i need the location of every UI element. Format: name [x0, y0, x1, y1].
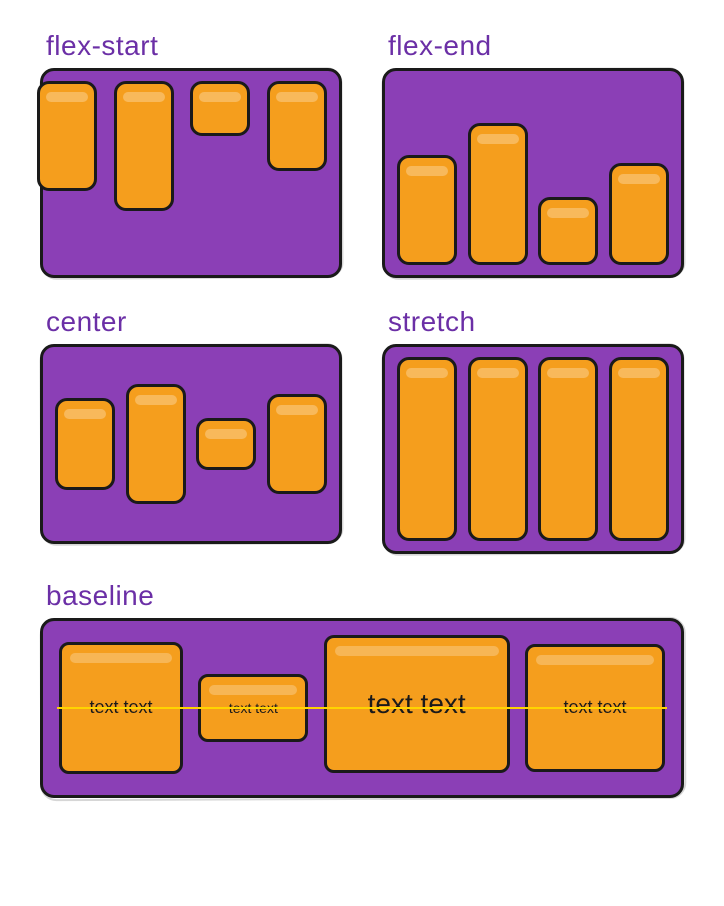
flex-item	[114, 81, 174, 211]
panel-center: center	[40, 306, 342, 554]
flex-item	[468, 357, 528, 541]
flex-item	[538, 197, 598, 265]
flex-item	[397, 155, 457, 265]
flex-item	[397, 357, 457, 541]
title-flex-end: flex-end	[388, 30, 684, 62]
flex-item	[468, 123, 528, 265]
container-baseline: text text text text text text text text	[40, 618, 684, 798]
flex-item	[37, 81, 97, 191]
title-flex-start: flex-start	[46, 30, 342, 62]
panel-flex-end: flex-end	[382, 30, 684, 278]
top-grid: flex-start flex-end center stretch	[40, 30, 684, 554]
baseline-item-text: text text	[229, 700, 278, 716]
baseline-item: text text	[59, 642, 183, 774]
baseline-item-text: text text	[89, 697, 152, 718]
container-flex-end	[382, 68, 684, 278]
panel-flex-start: flex-start	[40, 30, 342, 278]
baseline-item: text text	[198, 674, 308, 742]
title-baseline: baseline	[46, 580, 684, 612]
baseline-item-text: text text	[368, 688, 466, 720]
flex-item	[267, 394, 327, 494]
title-center: center	[46, 306, 342, 338]
flex-item	[190, 81, 250, 136]
container-stretch	[382, 344, 684, 554]
flex-item	[55, 398, 115, 490]
container-flex-start	[40, 68, 342, 278]
flex-item	[126, 384, 186, 504]
panel-stretch: stretch	[382, 306, 684, 554]
flex-item	[609, 163, 669, 265]
flex-item	[538, 357, 598, 541]
baseline-item: text text	[324, 635, 510, 773]
flex-item	[196, 418, 256, 470]
container-center	[40, 344, 342, 544]
panel-baseline: baseline text text text text text text t…	[40, 580, 684, 798]
baseline-item-text: text text	[563, 697, 626, 718]
baseline-item: text text	[525, 644, 665, 772]
flex-item	[267, 81, 327, 171]
title-stretch: stretch	[388, 306, 684, 338]
flex-item	[609, 357, 669, 541]
